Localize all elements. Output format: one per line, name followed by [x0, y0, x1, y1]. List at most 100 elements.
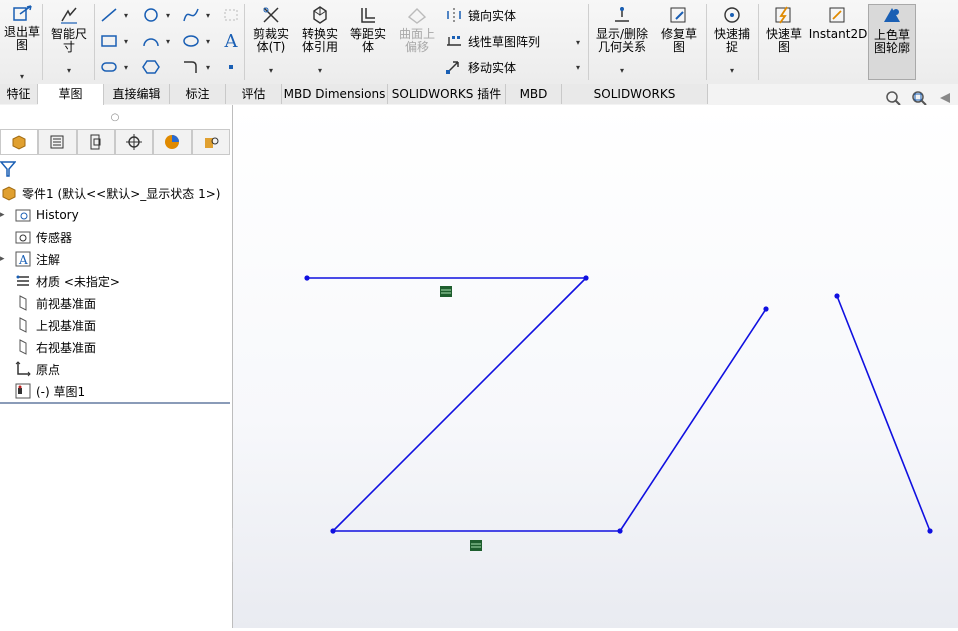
chevron-down-icon[interactable]: ▾: [576, 63, 580, 72]
offset-entities-button[interactable]: 等距实体: [346, 4, 390, 80]
sketch-point[interactable]: [763, 306, 769, 312]
convert-entities-button[interactable]: 转换实体引用 ▾: [298, 4, 342, 80]
chevron-down-icon[interactable]: ▾: [124, 63, 128, 72]
tree-item-material[interactable]: 材质 <未指定>: [14, 271, 120, 291]
tree-item-label: 材质 <未指定>: [36, 274, 120, 289]
chevron-down-icon[interactable]: ▾: [206, 63, 210, 72]
line-tool-icon[interactable]: [98, 5, 120, 25]
mirror-entities-button[interactable]: 镜向实体: [444, 6, 516, 24]
instant2d-button[interactable]: Instant2D: [809, 4, 867, 80]
configuration-manager-tab[interactable]: [76, 129, 115, 155]
sketch-point[interactable]: [617, 528, 623, 534]
sketch-line[interactable]: [332, 277, 587, 532]
sketch-canvas[interactable]: [233, 105, 958, 628]
chevron-down-icon[interactable]: ▾: [166, 37, 170, 46]
expander-icon[interactable]: ▸: [0, 254, 14, 264]
circle-tool-icon[interactable]: [140, 5, 162, 25]
arc-tool-icon[interactable]: [140, 31, 162, 51]
panel-tabs: [0, 129, 230, 157]
chevron-down-icon[interactable]: ▾: [124, 37, 128, 46]
move-entities-button[interactable]: 移动实体: [444, 58, 516, 76]
spline-tool-icon[interactable]: [180, 5, 202, 25]
chevron-down-icon[interactable]: ▾: [124, 11, 128, 20]
sketch-point[interactable]: [927, 528, 933, 534]
feature-manager-tab[interactable]: [0, 129, 39, 155]
tree-item-history[interactable]: ▸ History: [0, 205, 79, 225]
chevron-down-icon[interactable]: ▾: [206, 11, 210, 20]
quick-snaps-button[interactable]: 快速捕捉 ▾: [710, 4, 754, 80]
chevron-down-icon[interactable]: ▾: [166, 11, 170, 20]
chevron-down-icon[interactable]: ▾: [206, 37, 210, 46]
property-manager-tab[interactable]: [38, 129, 77, 155]
tab-solidworks-addins[interactable]: SOLIDWORKS 插件: [388, 84, 506, 104]
panel-grip[interactable]: ○: [0, 105, 230, 129]
sketch-point[interactable]: [583, 275, 589, 281]
surface-offset-button[interactable]: 曲面上偏移: [396, 4, 438, 80]
display-manager-tab[interactable]: [153, 129, 192, 155]
display-delete-relations-button[interactable]: 显示/删除几何关系 ▾: [592, 4, 652, 80]
slot-tool-icon[interactable]: [98, 57, 120, 77]
tree-item-annotations[interactable]: ▸ A 注解: [0, 249, 60, 269]
plane-tool-icon[interactable]: [220, 5, 242, 25]
chevron-down-icon[interactable]: ▾: [67, 64, 71, 77]
polygon-tool-icon[interactable]: [140, 57, 162, 77]
tab-direct-editing[interactable]: 直接编辑: [104, 84, 170, 104]
point-tool-icon[interactable]: [220, 57, 242, 77]
sketch-point[interactable]: [330, 528, 336, 534]
dimxpert-manager-tab[interactable]: [114, 129, 154, 155]
trim-icon: [258, 4, 284, 26]
rollback-bar[interactable]: [0, 402, 230, 404]
smart-dimension-button[interactable]: 智能尺寸 ▾: [48, 4, 90, 80]
exit-sketch-button[interactable]: 退出草图 ▾: [2, 4, 43, 83]
sketch-point[interactable]: [304, 275, 310, 281]
tab-markup[interactable]: 标注: [170, 84, 226, 104]
feature-manager-icon: [12, 135, 26, 150]
ribbon-separator: [244, 4, 245, 80]
mirror-icon: [444, 6, 464, 24]
tree-root-part[interactable]: 零件1 (默认<<默认>_显示状态 1>): [0, 183, 220, 203]
fillet-tool-icon[interactable]: [180, 57, 202, 77]
sketch-line[interactable]: [619, 308, 767, 532]
text-tool-icon[interactable]: A: [220, 31, 242, 52]
filter-icon[interactable]: [0, 160, 17, 181]
sketch-point[interactable]: [834, 293, 840, 299]
tab-sketch[interactable]: 草图: [38, 84, 104, 105]
chevron-down-icon[interactable]: ▾: [20, 70, 24, 83]
trim-entities-label: 剪裁实体(T): [252, 27, 289, 54]
linear-pattern-button[interactable]: 线性草图阵列: [444, 32, 540, 50]
tab-mbd-dimensions[interactable]: MBD Dimensions: [282, 84, 388, 104]
ellipse-tool-icon[interactable]: [180, 31, 202, 51]
chevron-down-icon[interactable]: ▾: [730, 64, 734, 77]
tree-item-origin[interactable]: 原点: [14, 359, 60, 379]
trim-entities-button[interactable]: 剪裁实体(T) ▾: [248, 4, 294, 80]
rapid-sketch-button[interactable]: 快速草图: [762, 4, 806, 80]
plane-icon: [14, 316, 32, 334]
property-manager-icon: [50, 135, 64, 149]
tree-item-label: 注解: [36, 252, 61, 267]
tree-item-top-plane[interactable]: 上视基准面: [14, 315, 96, 335]
tree-item-right-plane[interactable]: 右视基准面: [14, 337, 96, 357]
chevron-down-icon[interactable]: ▾: [269, 64, 273, 77]
tab-mbd[interactable]: MBD: [506, 84, 562, 104]
tree-item-sensors[interactable]: 传感器: [14, 227, 72, 247]
tab-solidworks-inspection[interactable]: SOLIDWORKS Inspection: [562, 84, 708, 121]
expander-icon[interactable]: ▸: [0, 210, 14, 220]
repair-sketch-button[interactable]: 修复草图: [656, 4, 702, 80]
tab-features[interactable]: 特征: [0, 84, 38, 104]
addin-manager-tab[interactable]: [191, 129, 230, 155]
tree-item-sketch1[interactable]: (-) 草图1: [14, 381, 85, 401]
chevron-down-icon[interactable]: ▾: [576, 38, 580, 47]
tree-item-front-plane[interactable]: 前视基准面: [14, 293, 96, 313]
sketch-line[interactable]: [836, 295, 931, 532]
horizontal-relation-icon[interactable]: [470, 540, 482, 551]
configuration-manager-icon: [90, 134, 101, 150]
chevron-down-icon[interactable]: ▾: [318, 64, 322, 77]
graphics-area[interactable]: [233, 105, 958, 628]
shaded-contours-button[interactable]: 上色草图轮廓: [868, 4, 916, 80]
exit-sketch-label: 退出草图: [4, 25, 41, 52]
chevron-down-icon[interactable]: ▾: [620, 64, 624, 77]
tab-evaluate[interactable]: 评估: [226, 84, 282, 104]
rectangle-tool-icon[interactable]: [98, 31, 120, 51]
quick-snaps-icon: [719, 4, 745, 26]
horizontal-relation-icon[interactable]: [440, 286, 452, 297]
